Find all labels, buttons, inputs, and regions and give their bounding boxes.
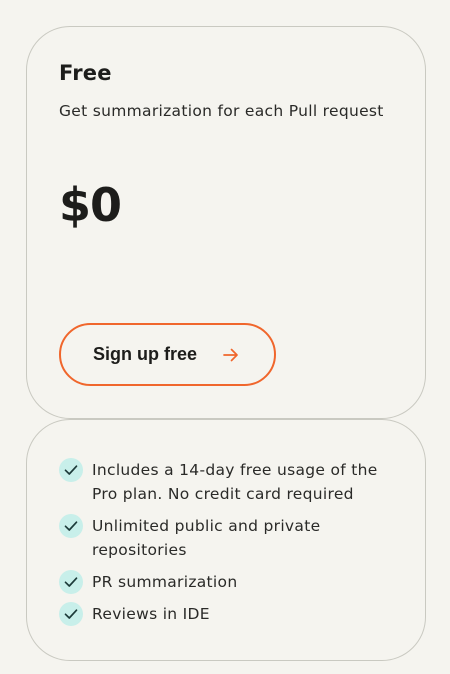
pricing-card-free: Free Get summarization for each Pull req… xyxy=(26,26,426,419)
plan-name: Free xyxy=(59,61,112,85)
sign-up-free-label: Sign up free xyxy=(93,344,198,364)
plan-price: $0 xyxy=(59,178,122,232)
feature-text: PR summarization xyxy=(92,573,238,591)
feature-text: Includes a 14-day free usage of the Pro … xyxy=(92,461,378,503)
feature-item: PR summarization xyxy=(59,570,399,594)
check-icon xyxy=(59,602,83,626)
feature-item: Unlimited public and private repositorie… xyxy=(59,514,399,562)
check-icon xyxy=(59,570,83,594)
arrow-right-icon xyxy=(223,348,238,362)
plan-description: Get summarization for each Pull request xyxy=(59,102,384,120)
feature-list: Includes a 14-day free usage of the Pro … xyxy=(59,458,399,634)
feature-text: Unlimited public and private repositorie… xyxy=(92,517,321,559)
feature-item: Includes a 14-day free usage of the Pro … xyxy=(59,458,399,506)
check-icon xyxy=(59,458,83,482)
features-card: Includes a 14-day free usage of the Pro … xyxy=(26,419,426,661)
feature-item: Reviews in IDE xyxy=(59,602,399,626)
feature-text: Reviews in IDE xyxy=(92,605,210,623)
check-icon xyxy=(59,514,83,538)
sign-up-free-button[interactable]: Sign up free xyxy=(59,323,276,386)
